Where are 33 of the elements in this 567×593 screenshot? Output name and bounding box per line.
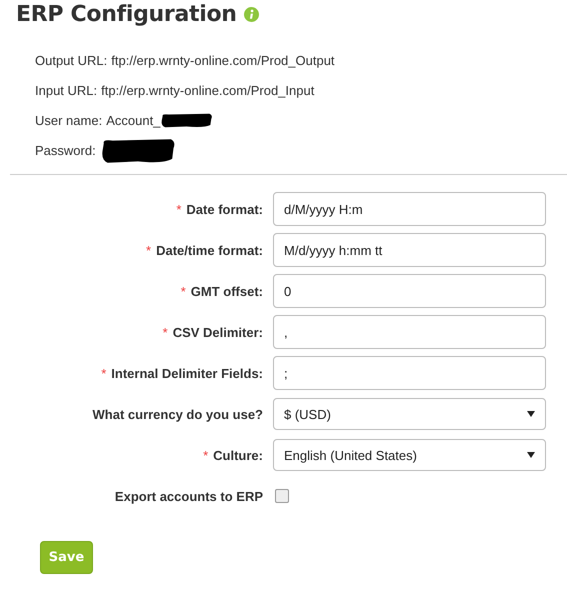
required-mark: *	[162, 324, 168, 340]
info-value: ftp://erp.wrnty-online.com/Prod_Output	[111, 53, 335, 68]
required-mark: *	[101, 366, 106, 380]
field-label: GMT offset:	[190, 284, 263, 298]
dropdown[interactable]: $ (USD)	[273, 398, 546, 430]
required-mark: *	[146, 242, 152, 258]
info-label: User name:	[35, 113, 102, 128]
field-label: Date format:	[186, 202, 263, 216]
field-label: Internal Delimiter Fields:	[111, 366, 263, 380]
info-label: Password:	[35, 143, 96, 158]
field-label: Date/time format:	[156, 242, 263, 258]
info-label: Output URL:	[35, 53, 108, 68]
field-label: Export accounts to ERP	[114, 488, 263, 504]
field-label: Culture:	[213, 448, 263, 462]
input-field[interactable]: M/d/yyyy h:mm tt	[273, 233, 546, 267]
checkbox[interactable]	[275, 489, 289, 503]
info-value: Account_	[106, 113, 160, 128]
input-field[interactable]: ;	[273, 356, 546, 390]
caret-icon	[527, 452, 535, 458]
input-field[interactable]: ,	[273, 315, 546, 349]
caret-icon	[527, 411, 535, 417]
required-mark: *	[176, 202, 182, 216]
info-icon[interactable]	[244, 7, 259, 22]
field-label: What currency do you use?	[92, 406, 263, 422]
required-mark: *	[203, 448, 208, 462]
page-title: ERP Configuration	[16, 2, 237, 27]
info-label: Input URL:	[35, 83, 98, 98]
input-field[interactable]: 0	[273, 274, 546, 308]
input-field[interactable]: d/M/yyyy H:m	[273, 192, 546, 226]
dropdown[interactable]: English (United States)	[273, 439, 546, 471]
info-value: ftp://erp.wrnty-online.com/Prod_Input	[101, 83, 314, 98]
field-label: CSV Delimiter:	[172, 324, 263, 340]
required-mark: *	[180, 284, 186, 298]
